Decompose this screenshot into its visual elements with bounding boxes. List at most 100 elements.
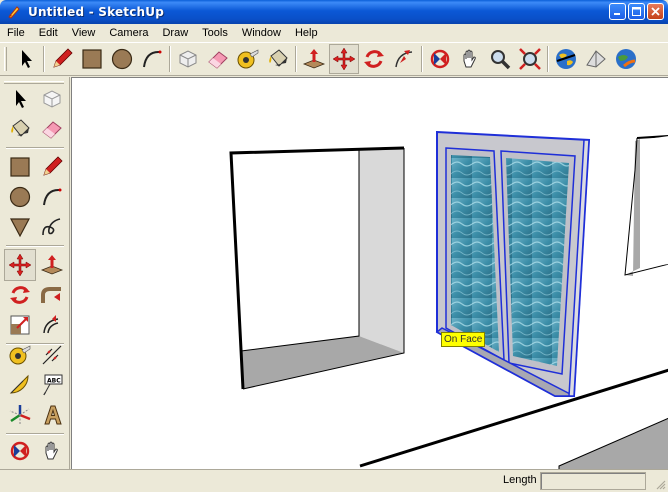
follow-me-tool-button[interactable] — [389, 44, 419, 74]
protractor-tool-button[interactable] — [4, 369, 36, 401]
make-component-tool-button[interactable] — [173, 44, 203, 74]
move-tool-button[interactable] — [4, 249, 36, 281]
earth-icon — [616, 49, 636, 69]
wall-opening-left[interactable] — [229, 146, 405, 390]
axes-tool-button[interactable] — [4, 399, 36, 431]
menu-tools[interactable]: Tools — [195, 27, 235, 39]
circle-tool-button[interactable] — [107, 44, 137, 74]
paint-bucket-tool-button[interactable] — [263, 44, 293, 74]
zoom-extents-tool-button[interactable] — [515, 44, 545, 74]
eraser-tool-button[interactable] — [203, 44, 233, 74]
rotate-tool-button[interactable] — [359, 44, 389, 74]
toolbar-separator — [169, 46, 171, 72]
maximize-button[interactable] — [628, 3, 645, 20]
toolbar-separator — [6, 147, 64, 149]
eraser-tool-button[interactable] — [36, 113, 68, 145]
toolbar-grip[interactable] — [4, 47, 7, 71]
tape-measure-tool-button[interactable] — [233, 44, 263, 74]
minimize-button[interactable] — [609, 3, 626, 20]
3d-text-tool-button[interactable] — [36, 399, 68, 431]
menu-draw[interactable]: Draw — [155, 27, 195, 39]
get-models-button[interactable] — [551, 44, 581, 74]
zoom-extents-icon — [519, 48, 541, 70]
menu-window[interactable]: Window — [235, 27, 288, 39]
title-bar[interactable]: Untitled - SketchUp — [0, 0, 668, 24]
share-model-button[interactable] — [581, 44, 611, 74]
zoom-tool-button[interactable] — [485, 44, 515, 74]
toolbar-separator — [43, 46, 45, 72]
status-bar: Length — [0, 469, 668, 492]
move-tool-button[interactable] — [329, 44, 359, 74]
paint-bucket-tool-button[interactable] — [4, 113, 36, 145]
pencil-tool-button[interactable] — [47, 44, 77, 74]
globe-icon — [556, 49, 576, 69]
menu-edit[interactable]: Edit — [32, 27, 65, 39]
move-icon — [332, 47, 356, 71]
google-earth-button[interactable] — [611, 44, 641, 74]
resize-grip-icon[interactable] — [654, 478, 666, 490]
orbit-icon — [10, 441, 30, 461]
move-icon — [8, 253, 32, 277]
freehand-tool-button[interactable] — [36, 211, 68, 243]
close-icon — [651, 7, 660, 16]
arc-tool-button[interactable] — [137, 44, 167, 74]
large-tool-set: ABC — [0, 77, 70, 469]
zoom-magnifier-icon — [491, 50, 511, 70]
menu-camera[interactable]: Camera — [102, 27, 155, 39]
pan-tool-button[interactable] — [36, 435, 68, 467]
offset-tool-button[interactable] — [36, 309, 68, 341]
rectangle-icon — [10, 157, 30, 177]
circle-tool-button[interactable] — [4, 181, 36, 213]
rectangle-tool-button[interactable] — [77, 44, 107, 74]
follow-me-tool-button[interactable] — [36, 279, 68, 311]
tape-measure-icon — [237, 49, 259, 69]
menu-help[interactable]: Help — [288, 27, 325, 39]
drawing-viewport[interactable]: On Face — [71, 77, 668, 469]
select-arrow-icon — [22, 50, 32, 68]
freehand-icon — [42, 218, 61, 236]
make-component-tool-button[interactable] — [36, 83, 68, 115]
inference-tooltip: On Face — [441, 332, 486, 347]
protractor-icon — [9, 374, 29, 394]
select-tool-button[interactable] — [4, 83, 36, 115]
menu-bar: File Edit View Camera Draw Tools Window … — [0, 24, 668, 42]
opening-side-face[interactable] — [359, 147, 404, 353]
orbit-tool-button[interactable] — [425, 44, 455, 74]
wall-opening-right[interactable] — [624, 135, 668, 276]
svg-text:ABC: ABC — [47, 378, 61, 385]
close-button[interactable] — [647, 3, 664, 20]
axes-icon — [9, 405, 31, 425]
orbit-tool-button[interactable] — [4, 435, 36, 467]
share-model-icon — [586, 50, 606, 68]
window-component[interactable] — [435, 130, 591, 397]
arc-tool-button[interactable] — [36, 181, 68, 213]
measurement-input[interactable] — [540, 472, 646, 490]
text-tool-button[interactable]: ABC — [36, 369, 68, 401]
push-pull-tool-button[interactable] — [299, 44, 329, 74]
toolbar-separator — [547, 46, 549, 72]
menu-view[interactable]: View — [65, 27, 103, 39]
select-arrow-icon — [16, 90, 26, 108]
line-tool-button[interactable] — [36, 151, 68, 183]
dimension-tool-button[interactable] — [36, 339, 68, 371]
rotate-icon — [10, 286, 30, 304]
model-scene[interactable] — [72, 78, 668, 469]
rotate-tool-button[interactable] — [4, 279, 36, 311]
arc-icon — [43, 188, 62, 206]
rectangle-icon — [82, 49, 102, 69]
floor-edges[interactable] — [359, 368, 668, 469]
sketchup-app-icon[interactable] — [6, 4, 22, 20]
scale-tool-button[interactable] — [4, 309, 36, 341]
push-pull-tool-button[interactable] — [36, 249, 68, 281]
window-title: Untitled - SketchUp — [28, 5, 165, 19]
select-tool-button[interactable] — [11, 44, 41, 74]
menu-file[interactable]: File — [0, 27, 32, 39]
pan-tool-button[interactable] — [455, 44, 485, 74]
offset-icon — [43, 315, 59, 334]
pan-hand-icon — [45, 441, 58, 460]
pencil-icon — [53, 48, 73, 68]
pencil-icon — [43, 156, 63, 176]
tape-measure-tool-button[interactable] — [4, 339, 36, 371]
polygon-tool-button[interactable] — [4, 211, 36, 243]
rectangle-tool-button[interactable] — [4, 151, 36, 183]
